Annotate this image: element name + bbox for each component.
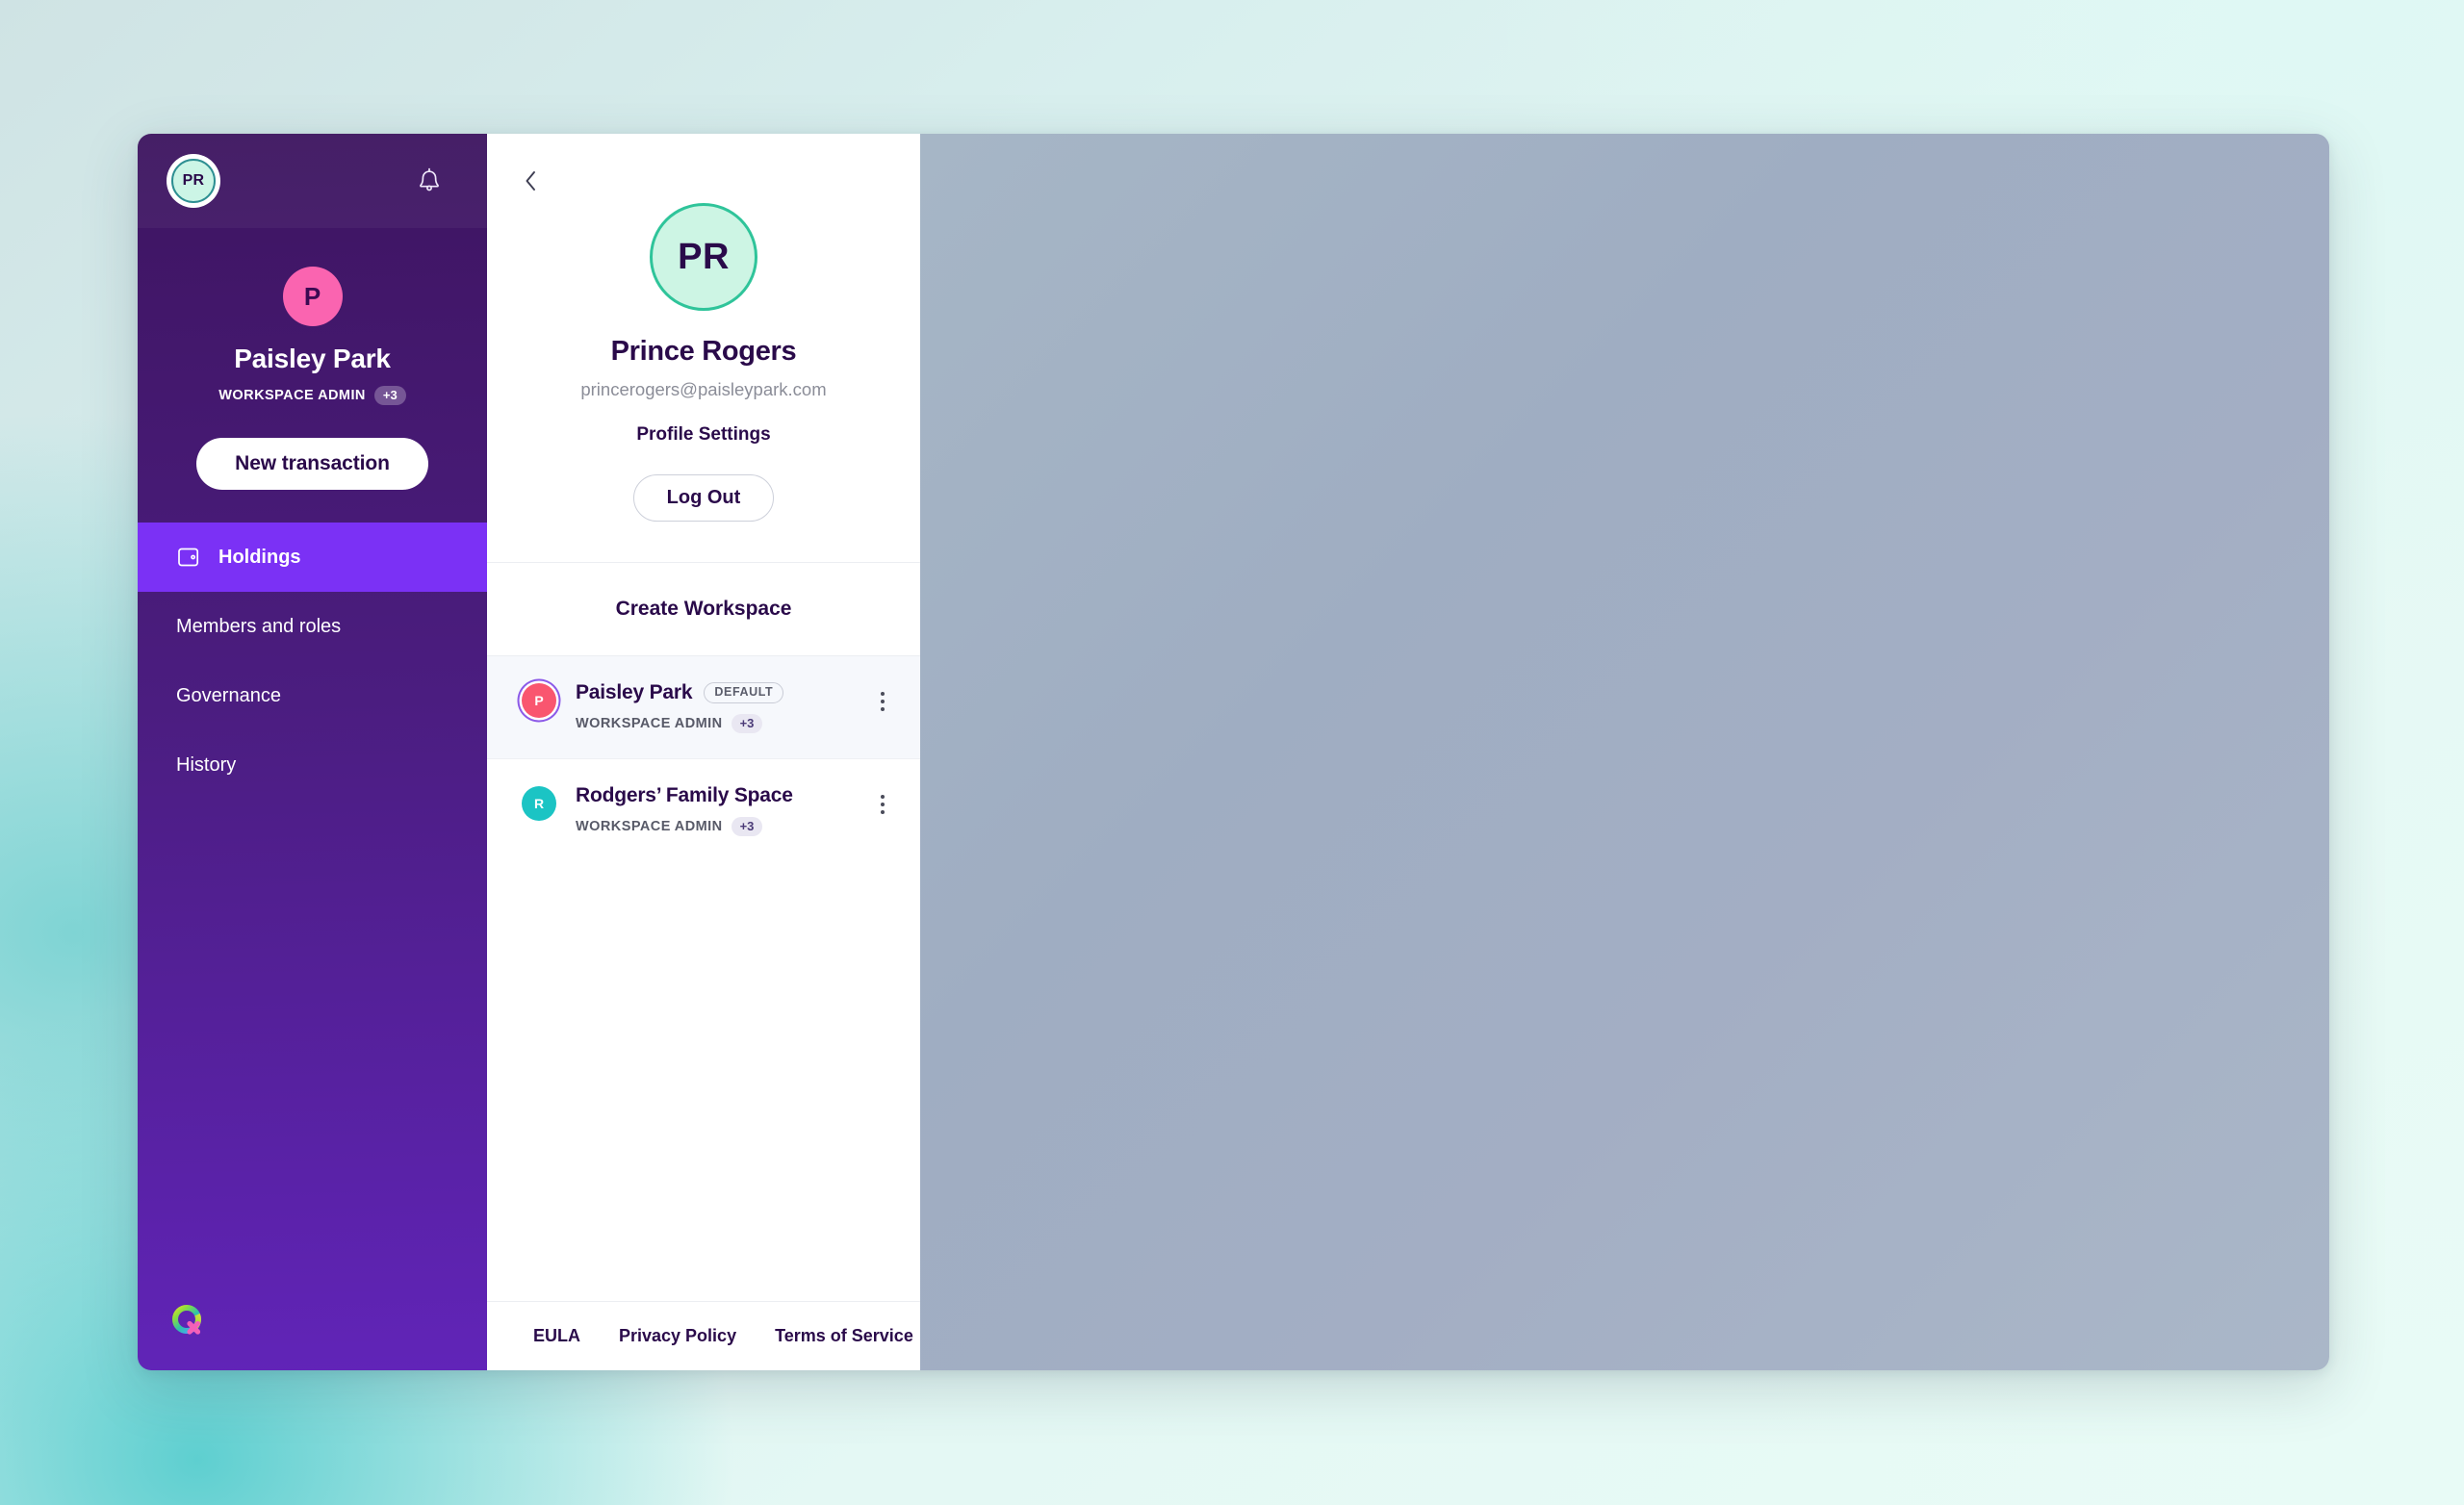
workspace-row-body: Rodgers’ Family Space WORKSPACE ADMIN +3 <box>576 784 866 836</box>
workspace-row-name: Paisley Park <box>576 681 693 703</box>
user-avatar-initials: PR <box>171 159 216 203</box>
sidebar-item-members-and-roles[interactable]: Members and roles <box>138 592 487 661</box>
workspace-list-item-rodgers-family-space[interactable]: R Rodgers’ Family Space WORKSPACE ADMIN … <box>487 758 920 861</box>
workspace-row-meta: WORKSPACE ADMIN +3 <box>576 817 866 836</box>
workspace-row-title-line: Paisley Park DEFAULT <box>576 681 866 704</box>
profile-avatar: PR <box>650 203 757 311</box>
workspace-list-item-paisley-park[interactable]: P Paisley Park DEFAULT WORKSPACE ADMIN +… <box>487 656 920 758</box>
sidebar-nav: Holdings Members and roles Governance Hi… <box>138 523 487 1370</box>
sidebar-item-label: Governance <box>176 684 281 706</box>
content-backdrop-overlay[interactable] <box>920 134 2329 1370</box>
footer-link-privacy-policy[interactable]: Privacy Policy <box>619 1326 736 1346</box>
footer-link-eula[interactable]: EULA <box>533 1326 580 1346</box>
workspace-avatar-initial: P <box>303 281 321 311</box>
workspace-row-extra-roles-badge[interactable]: +3 <box>731 817 763 836</box>
panel-footer: EULA Privacy Policy Terms of Service <box>487 1301 920 1370</box>
kebab-menu-icon[interactable] <box>866 788 899 821</box>
workspace-list: P Paisley Park DEFAULT WORKSPACE ADMIN +… <box>487 656 920 1301</box>
new-transaction-button[interactable]: New transaction <box>196 438 428 490</box>
workspace-row-avatar: P <box>522 683 556 718</box>
create-workspace-button[interactable]: Create Workspace <box>487 563 920 656</box>
footer-link-terms-of-service[interactable]: Terms of Service <box>775 1326 913 1346</box>
bell-icon <box>417 167 442 194</box>
workspace-row-role: WORKSPACE ADMIN <box>576 716 723 731</box>
notifications-button[interactable] <box>408 160 450 202</box>
kebab-menu-icon[interactable] <box>866 685 899 718</box>
user-avatar[interactable]: PR <box>167 154 220 208</box>
profile-email: princerogers@paisleypark.com <box>580 379 827 399</box>
profile-avatar-initials: PR <box>678 236 730 277</box>
workspace-row-name: Rodgers’ Family Space <box>576 784 793 806</box>
sidebar-item-label: Holdings <box>218 546 301 568</box>
workspace-row-title-line: Rodgers’ Family Space <box>576 784 866 807</box>
workspace-avatar: P <box>282 267 343 326</box>
sidebar-item-label: History <box>176 753 237 776</box>
sidebar-item-label: Members and roles <box>176 615 342 637</box>
sidebar-item-governance[interactable]: Governance <box>138 661 487 730</box>
sidebar-item-holdings[interactable]: Holdings <box>138 523 487 592</box>
workspace-row-avatar-initial: P <box>534 693 544 708</box>
logout-button[interactable]: Log Out <box>632 474 775 522</box>
sidebar-header: PR <box>138 134 487 228</box>
sidebar-workspace-summary[interactable]: P Paisley Park WORKSPACE ADMIN +3 <box>138 228 487 438</box>
workspace-name: Paisley Park <box>234 344 391 373</box>
profile-settings-link[interactable]: Profile Settings <box>510 424 897 446</box>
wallet-icon <box>176 544 203 571</box>
workspace-row-extra-roles-badge[interactable]: +3 <box>731 714 763 733</box>
sidebar-item-history[interactable]: History <box>138 730 487 800</box>
profile-name: Prince Rogers <box>610 336 797 367</box>
sidebar: PR P Paisley Park WORKSPACE ADMIN +3 New… <box>138 134 487 1370</box>
workspace-row-body: Paisley Park DEFAULT WORKSPACE ADMIN +3 <box>576 681 866 733</box>
workspace-extra-roles-badge[interactable]: +3 <box>373 386 406 405</box>
workspace-row-role: WORKSPACE ADMIN <box>576 819 723 834</box>
profile-section: PR Prince Rogers princerogers@paisleypar… <box>487 190 920 563</box>
profile-panel: PR Prince Rogers princerogers@paisleypar… <box>487 134 920 1370</box>
workspace-row-meta: WORKSPACE ADMIN +3 <box>576 714 866 733</box>
workspace-role-row: WORKSPACE ADMIN +3 <box>157 386 468 405</box>
workspace-role: WORKSPACE ADMIN <box>218 388 366 403</box>
new-transaction-wrap: New transaction <box>138 438 487 523</box>
qredo-ring-logo <box>167 1299 211 1343</box>
workspace-row-avatar-initial: R <box>533 796 545 811</box>
default-badge: DEFAULT <box>704 682 784 703</box>
panel-back-row <box>487 134 920 191</box>
app-window: PR P Paisley Park WORKSPACE ADMIN +3 New… <box>138 134 2329 1370</box>
workspace-row-avatar: R <box>522 786 556 821</box>
